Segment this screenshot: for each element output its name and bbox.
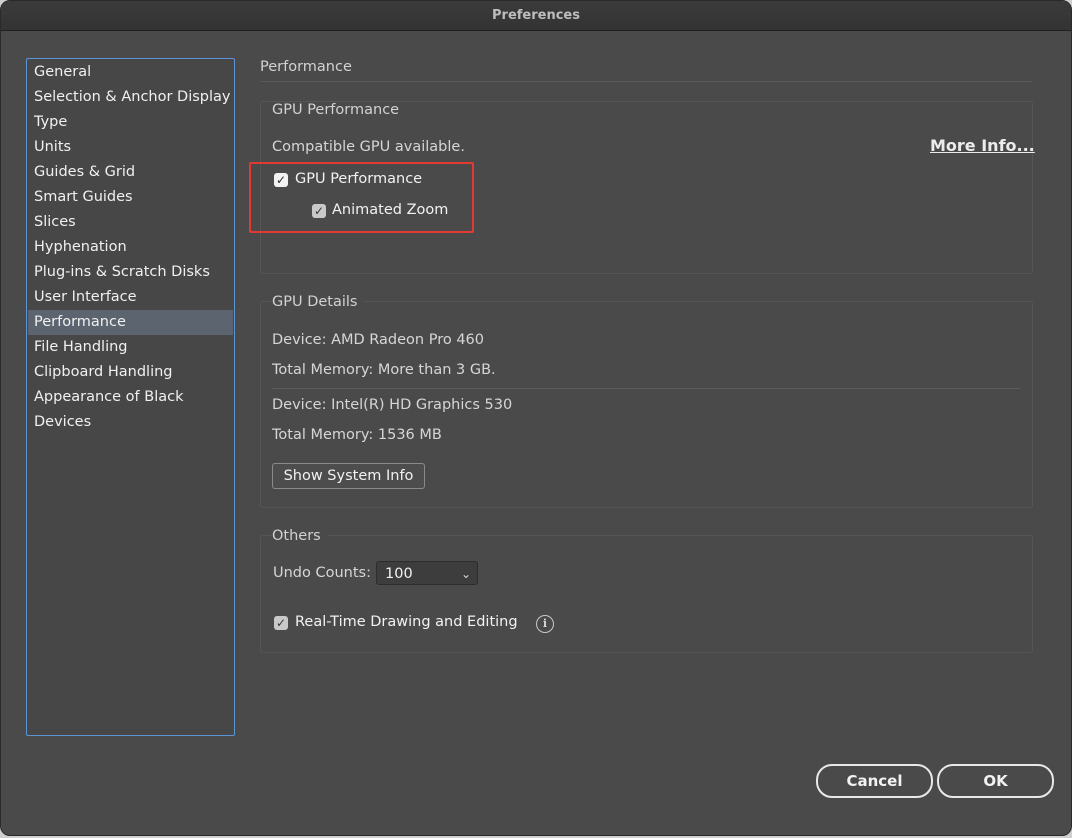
sidebar-item-selection-anchor-display[interactable]: Selection & Anchor Display	[28, 85, 233, 110]
window-title: Preferences	[1, 1, 1071, 31]
sidebar-item-type[interactable]: Type	[28, 110, 233, 135]
device-2-text: Device: Intel(R) HD Graphics 530	[272, 397, 513, 413]
heading-divider	[260, 81, 1032, 82]
sidebar-item-units[interactable]: Units	[28, 135, 233, 160]
more-info-link[interactable]: More Info...	[930, 136, 1035, 155]
sidebar-item-smart-guides[interactable]: Smart Guides	[28, 185, 233, 210]
realtime-drawing-label: Real-Time Drawing and Editing	[295, 614, 518, 630]
cancel-button[interactable]: Cancel	[816, 764, 933, 798]
details-divider	[272, 388, 1020, 389]
realtime-drawing-checkbox[interactable]: ✓	[274, 616, 288, 630]
sidebar-item-file-handling[interactable]: File Handling	[28, 335, 233, 360]
sidebar-item-plugins-scratch-disks[interactable]: Plug-ins & Scratch Disks	[28, 260, 233, 285]
others-heading: Others	[272, 528, 327, 544]
sidebar-item-slices[interactable]: Slices	[28, 210, 233, 235]
show-system-info-button[interactable]: Show System Info	[272, 463, 425, 489]
preferences-window: Preferences General Selection & Anchor D…	[0, 0, 1072, 836]
sidebar-item-performance[interactable]: Performance	[28, 310, 233, 335]
sidebar-item-user-interface[interactable]: User Interface	[28, 285, 233, 310]
gpu-details-heading: GPU Details	[272, 294, 364, 310]
gpu-status-text: Compatible GPU available.	[272, 139, 465, 155]
others-group	[260, 535, 1033, 653]
info-icon[interactable]: i	[536, 615, 554, 633]
ok-button[interactable]: OK	[937, 764, 1054, 798]
highlight-annotation-box	[249, 162, 474, 233]
undo-counts-label: Undo Counts:	[273, 565, 371, 581]
preferences-sidebar: General Selection & Anchor Display Type …	[26, 58, 235, 736]
sidebar-item-clipboard-handling[interactable]: Clipboard Handling	[28, 360, 233, 385]
memory-2-text: Total Memory: 1536 MB	[272, 427, 442, 443]
gpu-performance-heading: GPU Performance	[272, 102, 406, 118]
sidebar-item-devices[interactable]: Devices	[28, 410, 233, 435]
device-1-text: Device: AMD Radeon Pro 460	[272, 332, 485, 348]
sidebar-item-appearance-of-black[interactable]: Appearance of Black	[28, 385, 233, 410]
sidebar-item-guides-grid[interactable]: Guides & Grid	[28, 160, 233, 185]
sidebar-item-hyphenation[interactable]: Hyphenation	[28, 235, 233, 260]
undo-counts-select[interactable]: 100 ⌄	[376, 561, 478, 585]
memory-1-text: Total Memory: More than 3 GB.	[272, 362, 496, 378]
sidebar-item-general[interactable]: General	[28, 60, 233, 85]
page-title: Performance	[260, 59, 352, 75]
chevron-down-icon: ⌄	[460, 567, 471, 581]
undo-counts-value: 100	[385, 566, 413, 582]
